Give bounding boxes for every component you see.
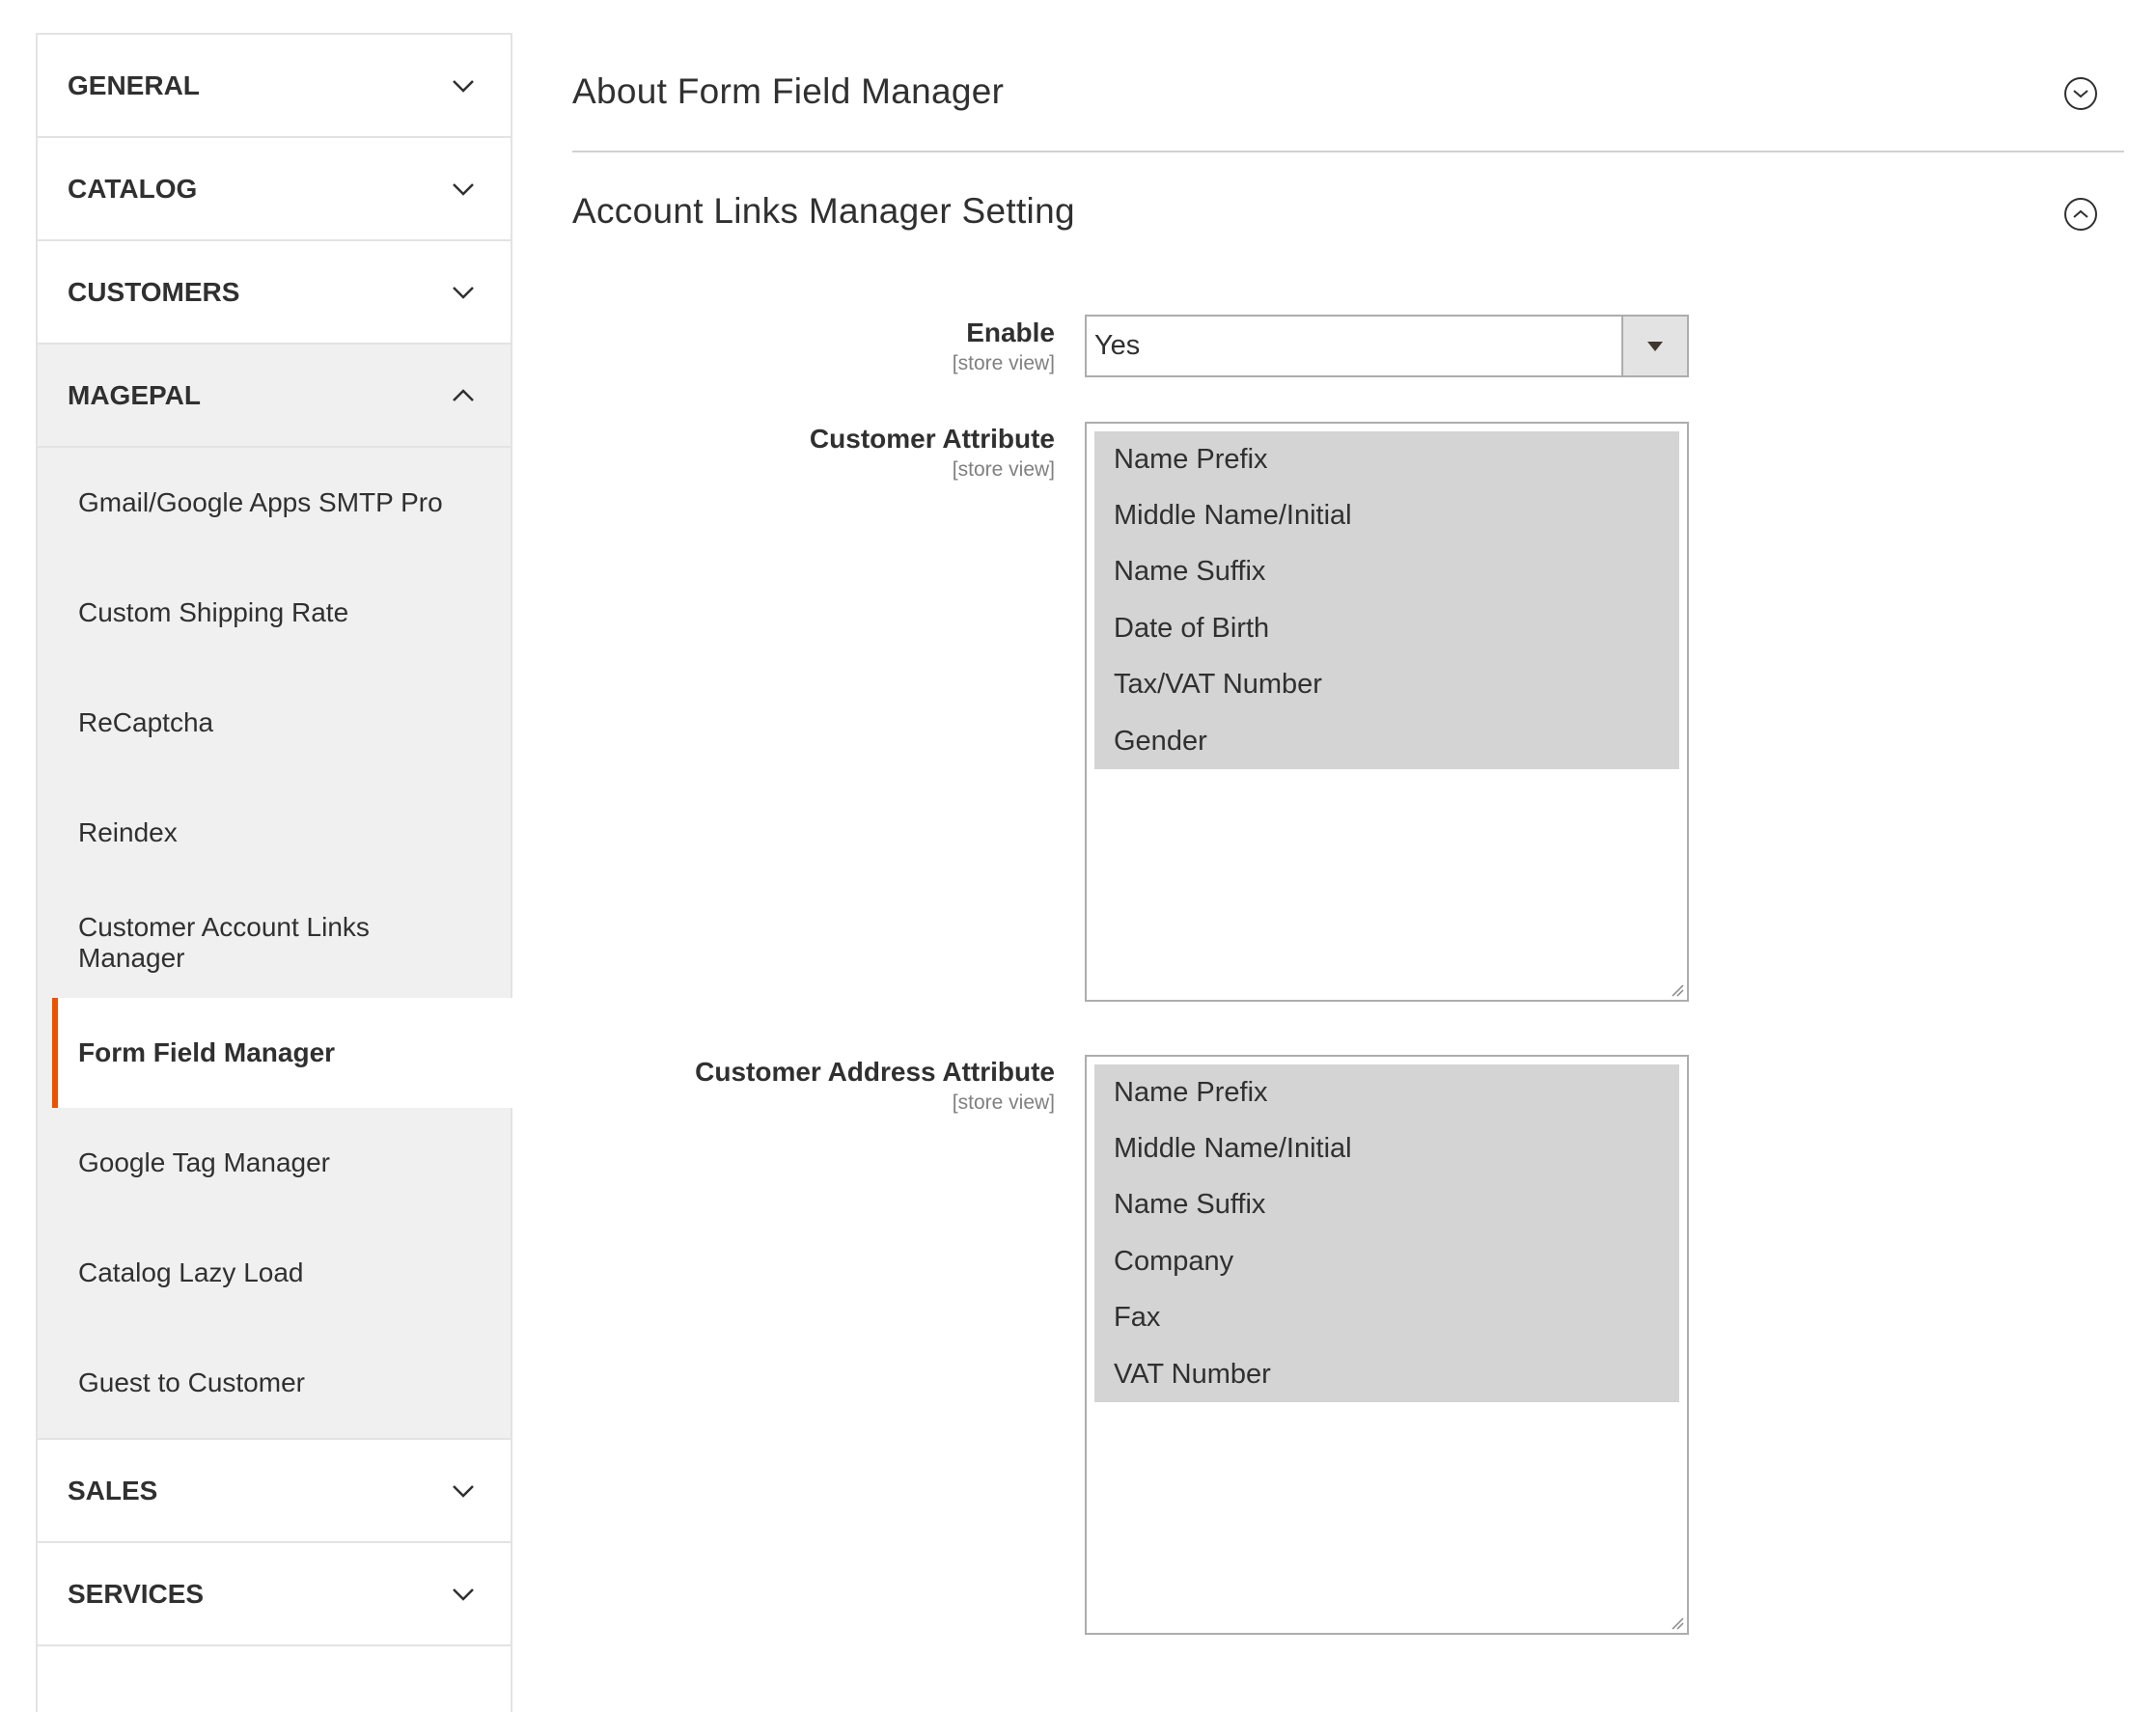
enable-label: Enable [store view] — [952, 318, 1055, 374]
section-label: CUSTOMERS — [68, 276, 240, 307]
sidebar-section-customers[interactable]: CUSTOMERS — [38, 241, 511, 345]
option[interactable]: Gender — [1094, 713, 1679, 769]
config-sidebar: GENERAL CATALOG CUSTOMERS MAGEPAL Gmail/… — [36, 33, 512, 1712]
option[interactable]: Middle Name/Initial — [1094, 487, 1679, 543]
option[interactable]: Name Prefix — [1094, 1064, 1679, 1120]
option[interactable]: Middle Name/Initial — [1094, 1120, 1679, 1176]
resize-handle-icon[interactable] — [1671, 983, 1684, 997]
enable-select[interactable]: Yes — [1085, 315, 1689, 377]
option[interactable]: VAT Number — [1094, 1346, 1679, 1402]
sidebar-section-magepal[interactable]: MAGEPAL — [38, 345, 511, 448]
selected-value: Yes — [1094, 330, 1141, 361]
section-label: GENERAL — [68, 69, 200, 100]
scope-label: [store view] — [952, 352, 1055, 374]
sidebar-section-sales[interactable]: SALES — [38, 1440, 511, 1543]
chevron-down-icon — [449, 1580, 478, 1609]
sidebar-section-services[interactable]: SERVICES — [38, 1543, 511, 1646]
sidebar-item-catalog-lazy-load[interactable]: Catalog Lazy Load — [38, 1218, 511, 1328]
scope-label: [store view] — [952, 1091, 1055, 1114]
option[interactable]: Company — [1094, 1233, 1679, 1289]
section-label: CATALOG — [68, 173, 198, 204]
section-label: MAGEPAL — [68, 379, 201, 410]
option[interactable]: Name Suffix — [1094, 1177, 1679, 1233]
customer-address-attribute-label: Customer Address Attribute [store view] — [695, 1057, 1055, 1114]
customer-address-attribute-multiselect[interactable]: Name Prefix Middle Name/Initial Name Suf… — [1085, 1055, 1689, 1635]
sidebar-item-guest-to-customer[interactable]: Guest to Customer — [38, 1328, 511, 1438]
option[interactable]: Name Suffix — [1094, 544, 1679, 600]
sidebar-section-catalog[interactable]: CATALOG — [38, 138, 511, 241]
sidebar-item-google-tag-manager[interactable]: Google Tag Manager — [38, 1108, 511, 1218]
section-label: SALES — [68, 1475, 158, 1505]
chevron-down-icon — [449, 175, 478, 204]
sidebar-item-account-links-manager[interactable]: Customer Account Links Manager — [38, 888, 511, 998]
sidebar-item-reindex[interactable]: Reindex — [38, 778, 511, 888]
sidebar-item-custom-shipping-rate[interactable]: Custom Shipping Rate — [38, 558, 511, 668]
option[interactable]: Name Prefix — [1094, 431, 1679, 487]
customer-attribute-label: Customer Attribute [store view] — [809, 424, 1055, 481]
section-title-settings[interactable]: Account Links Manager Setting — [572, 191, 1075, 232]
option[interactable]: Fax — [1094, 1290, 1679, 1346]
section-label: SERVICES — [68, 1578, 205, 1609]
collapse-circle-icon[interactable] — [2064, 198, 2097, 231]
expand-circle-icon[interactable] — [2064, 77, 2097, 110]
magepal-submenu: Gmail/Google Apps SMTP Pro Custom Shippi… — [38, 448, 512, 1440]
scope-label: [store view] — [952, 458, 1055, 481]
chevron-down-icon — [449, 71, 478, 100]
chevron-down-icon — [449, 1477, 478, 1505]
chevron-up-icon — [449, 381, 478, 410]
option[interactable]: Tax/VAT Number — [1094, 657, 1679, 713]
section-title-about[interactable]: About Form Field Manager — [572, 71, 1004, 112]
sidebar-item-recaptcha[interactable]: ReCaptcha — [38, 668, 511, 778]
resize-handle-icon[interactable] — [1671, 1616, 1684, 1630]
sidebar-item-form-field-manager[interactable]: Form Field Manager — [52, 998, 512, 1108]
option[interactable]: Date of Birth — [1094, 600, 1679, 656]
dropdown-arrow-icon[interactable] — [1621, 317, 1687, 375]
sidebar-item-smtp[interactable]: Gmail/Google Apps SMTP Pro — [38, 448, 511, 558]
divider — [572, 151, 2124, 152]
sidebar-section-general[interactable]: GENERAL — [38, 35, 511, 138]
customer-attribute-multiselect[interactable]: Name Prefix Middle Name/Initial Name Suf… — [1085, 422, 1689, 1002]
chevron-down-icon — [449, 278, 478, 307]
